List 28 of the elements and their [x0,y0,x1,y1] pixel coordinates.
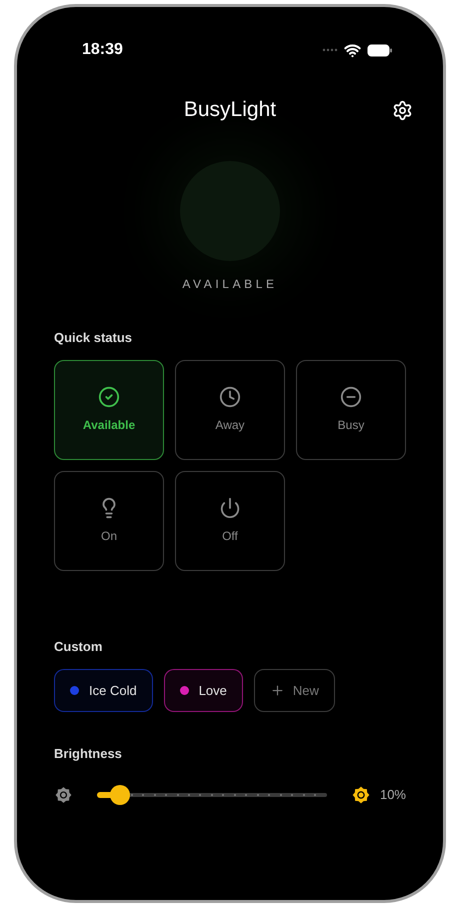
status-tile[interactable]: Away [175,360,285,460]
wifi-icon [344,42,361,58]
app-title: BusyLight [184,97,276,124]
status-tile[interactable]: Available [54,360,164,460]
clock-icon [219,386,241,408]
section-heading: Brightness [54,745,122,764]
minus-circle-icon [340,386,362,408]
settings-icon [392,100,412,120]
check-circle-icon [98,386,120,408]
status-tile[interactable]: Busy [296,360,406,460]
power-icon [219,497,241,519]
section-heading: Custom [54,638,102,656]
brightness-reading: 10% [380,786,406,804]
status-label: AVAILABLE [182,276,278,291]
plus-icon [270,683,285,698]
signal-icon [322,48,338,52]
custom-color-chip[interactable]: Ice Cold [54,669,153,712]
slider-thumb[interactable] [110,785,130,805]
settings-button[interactable] [391,99,413,121]
status-tile[interactable]: Off [175,471,285,571]
bright-sun-icon [350,785,371,805]
status-time: 18:39 [82,40,123,60]
battery-icon [367,44,393,56]
section-heading: Quick status [54,329,132,348]
new-button[interactable]: New [254,669,335,712]
custom-color-chip[interactable]: Love [164,669,243,712]
status-tile[interactable]: On [54,471,164,571]
dim-sun-icon [54,785,73,805]
